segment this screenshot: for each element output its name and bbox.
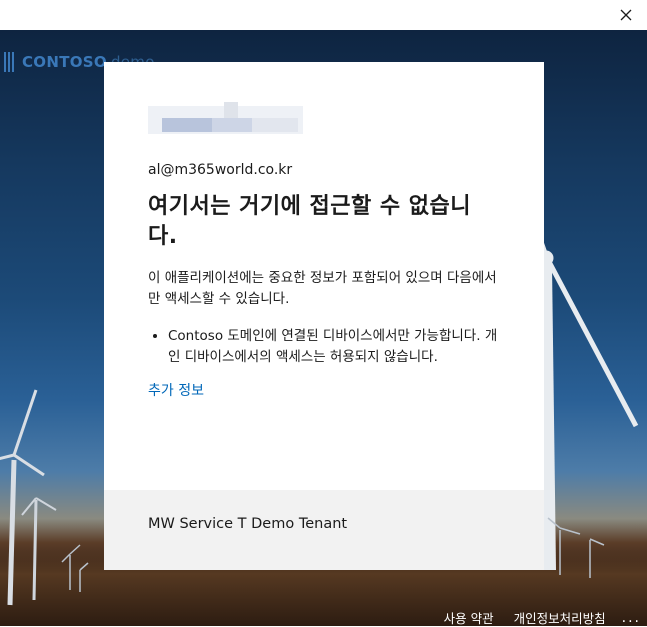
close-button[interactable] [613, 3, 639, 27]
more-options-button[interactable]: ... [622, 610, 641, 626]
logo-mark-icon [4, 52, 18, 72]
page-title: 여기서는 거기에 접근할 수 없습니다. [148, 194, 471, 249]
close-icon [620, 9, 632, 21]
terms-of-use-link[interactable]: 사용 약관 [444, 608, 494, 627]
organization-banner-logo [148, 102, 303, 138]
requirement-list: Contoso 도메인에 연결된 디바이스에서만 가능합니다. 개인 디바이스에… [148, 326, 500, 368]
more-info-link[interactable]: 추가 정보 [148, 380, 204, 400]
tenant-name: MW Service T Demo Tenant [148, 516, 348, 532]
card-footer: MW Service T Demo Tenant [104, 490, 544, 570]
footer-links: 사용 약관 개인정보처리방침 ... [444, 608, 641, 627]
logo-text: CONTOSO [22, 53, 107, 71]
description-text: 이 애플리케이션에는 중요한 정보가 포함되어 있으며 다음에서만 액세스할 수… [148, 270, 497, 307]
privacy-link[interactable]: 개인정보처리방침 [514, 608, 606, 627]
card-body: al@m365world.co.kr 여기서는 거기에 접근할 수 없습니다. … [148, 102, 500, 400]
list-item: Contoso 도메인에 연결된 디바이스에서만 가능합니다. 개인 디바이스에… [168, 326, 500, 368]
sign-in-card: al@m365world.co.kr 여기서는 거기에 접근할 수 없습니다. … [104, 62, 544, 570]
account-email: al@m365world.co.kr [148, 162, 293, 178]
title-bar [0, 0, 647, 30]
